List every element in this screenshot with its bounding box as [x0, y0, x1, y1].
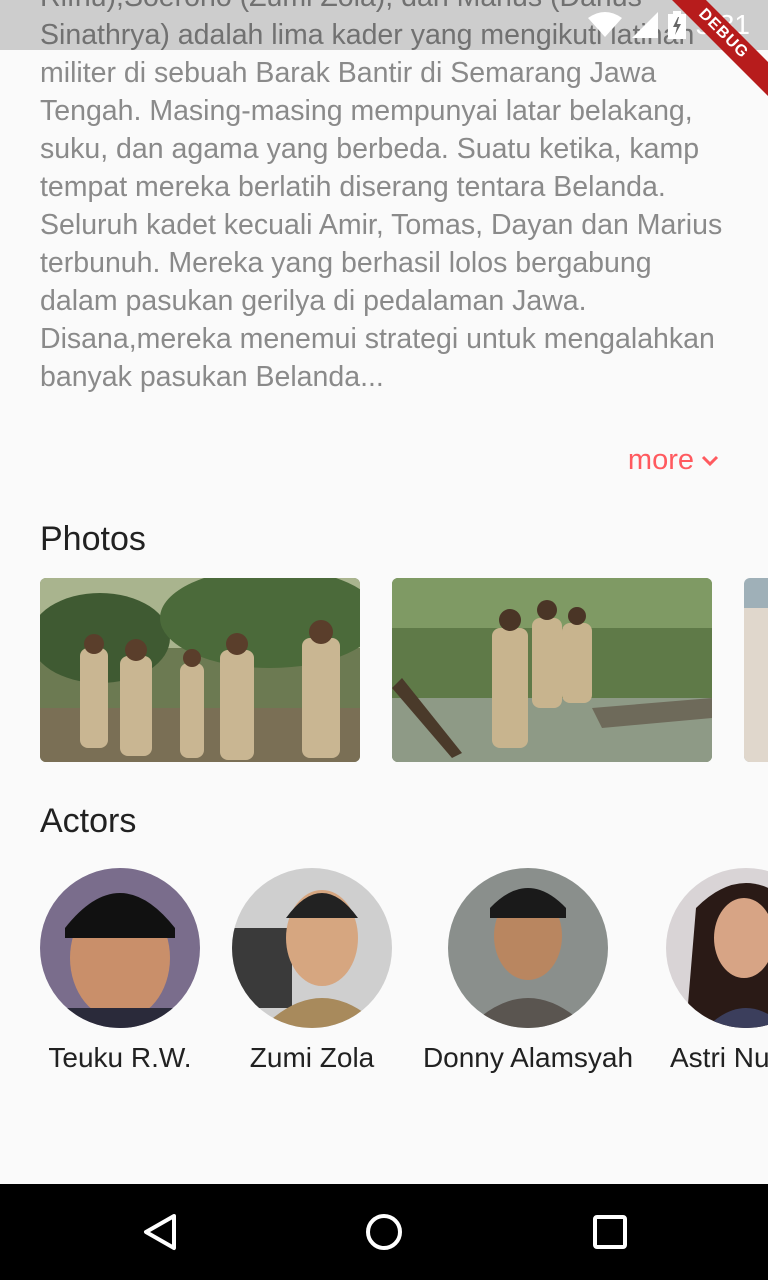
actor-item[interactable]: Teuku R.W. [40, 868, 210, 1074]
more-label: more [627, 444, 694, 476]
wifi-icon [587, 12, 622, 37]
signal-icon [631, 12, 658, 38]
avatar [666, 868, 768, 1028]
actor-item[interactable]: Astri Nu [666, 868, 768, 1074]
recents-button[interactable] [590, 1212, 630, 1252]
photo-item[interactable] [40, 578, 360, 762]
battery-icon [667, 11, 686, 39]
home-button[interactable] [364, 1212, 404, 1252]
back-button[interactable] [140, 1212, 180, 1252]
recents-icon [593, 1215, 627, 1249]
back-icon [144, 1214, 176, 1250]
synopsis-text: Rifnu),Soerono (Zumi Zola), dan Marius (… [40, 0, 723, 393]
actor-name: Zumi Zola [249, 1042, 375, 1073]
actor-name: Astri Nu [670, 1042, 768, 1073]
actor-item[interactable]: Donny Alamsyah [418, 868, 638, 1074]
avatar [448, 868, 608, 1028]
actor-item[interactable]: Zumi Zola [222, 868, 402, 1074]
actor-name: Donny Alamsyah [422, 1042, 634, 1073]
actor-name: Teuku R.W. [48, 1042, 192, 1073]
chevron-down-icon [701, 455, 719, 466]
photos-title: Photos [40, 520, 146, 558]
navigation-bar [0, 1184, 768, 1280]
actors-title: Actors [40, 802, 137, 840]
avatar [232, 868, 392, 1028]
home-icon [366, 1214, 402, 1250]
photos-carousel[interactable] [40, 578, 768, 762]
photo-item[interactable] [392, 578, 712, 762]
more-button[interactable]: more [628, 444, 720, 477]
avatar [40, 868, 200, 1028]
photo-item[interactable] [744, 578, 768, 762]
actors-carousel[interactable]: Teuku R.W. Zumi Zola Donny Alamsyah Astr… [40, 868, 768, 1088]
status-bar: 5:31 [0, 0, 768, 50]
